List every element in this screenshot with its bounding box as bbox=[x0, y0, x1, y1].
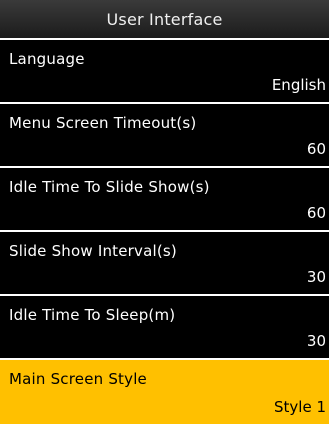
menu-item-label: Menu Screen Timeout(s) bbox=[9, 114, 197, 132]
settings-list: Language English Menu Screen Timeout(s) … bbox=[0, 40, 329, 424]
menu-item-label: Slide Show Interval(s) bbox=[9, 242, 177, 260]
menu-item-label: Language bbox=[9, 50, 85, 68]
menu-item-slide-show-interval[interactable]: Slide Show Interval(s) 30 bbox=[0, 230, 329, 294]
device-screen: User Interface Language English Menu Scr… bbox=[0, 0, 329, 446]
screen-title: User Interface bbox=[106, 9, 223, 29]
menu-item-idle-time-to-slide-show[interactable]: Idle Time To Slide Show(s) 60 bbox=[0, 166, 329, 230]
menu-item-language[interactable]: Language English bbox=[0, 40, 329, 102]
menu-item-value: English bbox=[271, 76, 326, 94]
menu-item-idle-time-to-sleep[interactable]: Idle Time To Sleep(m) 30 bbox=[0, 294, 329, 358]
menu-item-label: Idle Time To Slide Show(s) bbox=[9, 178, 210, 196]
menu-item-value: 60 bbox=[306, 140, 326, 158]
menu-item-value: Style 1 bbox=[274, 398, 326, 416]
menu-item-value: 30 bbox=[306, 268, 326, 286]
menu-item-value: 60 bbox=[306, 204, 326, 222]
menu-item-main-screen-style[interactable]: Main Screen Style Style 1 bbox=[0, 358, 329, 424]
menu-item-label: Main Screen Style bbox=[9, 370, 147, 388]
menu-item-menu-screen-timeout[interactable]: Menu Screen Timeout(s) 60 bbox=[0, 102, 329, 166]
screen-title-bar: User Interface bbox=[0, 0, 329, 38]
menu-item-value: 30 bbox=[306, 332, 326, 350]
menu-item-label: Idle Time To Sleep(m) bbox=[9, 306, 176, 324]
